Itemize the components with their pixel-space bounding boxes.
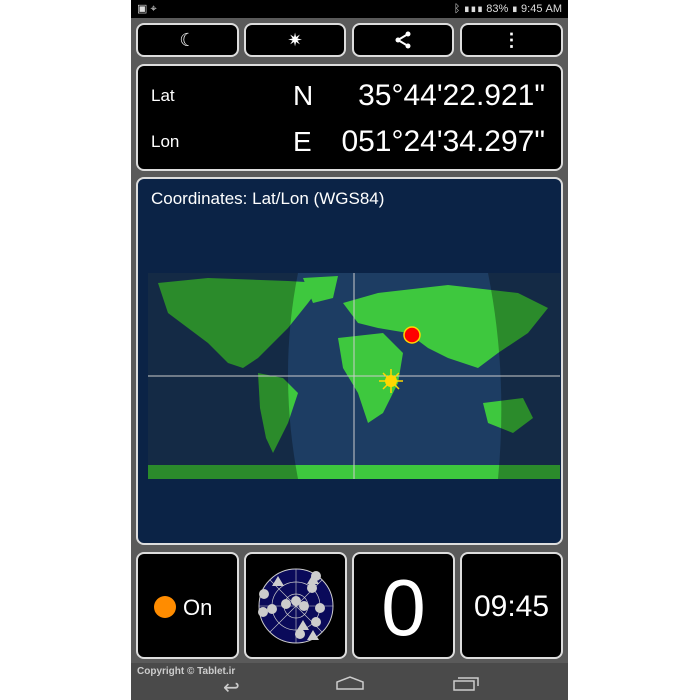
satellite-radar-tile[interactable] <box>244 552 347 659</box>
lat-hemisphere: N <box>293 80 314 111</box>
lon-value: 051°24'34.297" <box>341 125 545 158</box>
battery-level: 83% <box>486 3 509 15</box>
share-button[interactable] <box>352 23 454 57</box>
status-bar: ▣ ⌖ ᛒ ▮▮▮ 83% ▮ 9:45 AM <box>131 0 568 18</box>
recents-icon[interactable] <box>453 675 479 691</box>
gps-status-tile[interactable]: On <box>136 552 239 659</box>
map-title: Coordinates: Lat/Lon (WGS84) <box>151 189 385 208</box>
compass-star-icon: ✷ <box>287 29 303 50</box>
night-mode-icon: ☾ <box>179 29 196 50</box>
lat-value: 35°44'22.921" <box>358 79 545 112</box>
lat-label: Lat <box>151 86 175 105</box>
compass-button[interactable]: ✷ <box>244 23 346 57</box>
clock-display: 09:45 <box>473 590 550 623</box>
app-screen: ▣ ⌖ ᛒ ▮▮▮ 83% ▮ 9:45 AM ☾ ✷ ⋮ Lat N 35°4… <box>131 0 568 700</box>
navigation-bar: Copyright © Tablet.ir ↩ <box>131 663 568 700</box>
world-map[interactable] <box>148 273 560 479</box>
gps-status-dot <box>154 596 176 618</box>
home-icon[interactable] <box>336 676 364 690</box>
clock-tile[interactable]: 09:45 <box>460 552 563 659</box>
gps-status-label: On <box>183 595 213 620</box>
satellites-count-tile[interactable]: 0 <box>352 552 455 659</box>
more-options-button[interactable]: ⋮ <box>460 23 563 57</box>
share-icon <box>395 31 411 49</box>
back-icon[interactable]: ↩ <box>223 675 240 700</box>
lon-hemisphere: E <box>293 126 312 157</box>
status-right: ᛒ ▮▮▮ 83% ▮ 9:45 AM <box>453 3 562 15</box>
more-vert-icon: ⋮ <box>502 29 521 50</box>
satellites-count: 0 <box>381 563 426 652</box>
copyright-text: Copyright © Tablet.ir <box>137 666 236 677</box>
clock-time: 9:45 AM <box>521 3 562 15</box>
notification-icons: ▣ ⌖ <box>137 3 157 15</box>
night-mode-button[interactable]: ☾ <box>136 23 239 57</box>
coordinates-panel: Lat N 35°44'22.921" Lon E 051°24'34.297" <box>136 64 563 171</box>
satellite-radar-icon <box>258 568 334 644</box>
position-marker <box>403 326 421 344</box>
map-panel[interactable]: Coordinates: Lat/Lon (WGS84) <box>136 177 563 545</box>
lon-label: Lon <box>151 132 180 151</box>
